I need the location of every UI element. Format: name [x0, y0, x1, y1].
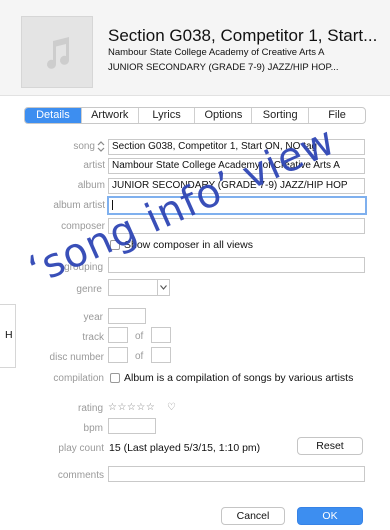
- track-label: track: [82, 332, 104, 343]
- tab-options[interactable]: Options: [195, 108, 253, 123]
- disc-number-label: disc number: [49, 352, 104, 363]
- rating-label: rating: [77, 403, 103, 414]
- album-artist-label: album artist: [53, 200, 105, 211]
- compilation-checkbox[interactable]: [110, 373, 120, 383]
- disc-field[interactable]: [108, 347, 128, 363]
- comments-label: comments: [57, 470, 104, 481]
- disc-of-label: of: [135, 351, 144, 362]
- heart-icon[interactable]: ♡: [167, 402, 176, 413]
- compilation-label: compilation: [53, 373, 104, 384]
- year-field[interactable]: [108, 308, 146, 324]
- text-caret: [112, 200, 113, 210]
- year-label: year: [83, 312, 103, 323]
- track-field[interactable]: [108, 327, 128, 343]
- tab-details[interactable]: Details: [25, 108, 82, 123]
- genre-label: genre: [76, 284, 102, 295]
- bpm-field[interactable]: [108, 418, 156, 434]
- side-panel-letter: H: [5, 329, 13, 341]
- disc-total-field[interactable]: [151, 347, 171, 363]
- ok-button[interactable]: OK: [297, 507, 363, 525]
- tab-lyrics[interactable]: Lyrics: [139, 108, 196, 123]
- song-album: JUNIOR SECONDARY (GRADE 7-9) JAZZ/HIP HO…: [108, 62, 339, 73]
- bpm-label: bpm: [83, 423, 103, 434]
- song-label: song: [73, 141, 95, 152]
- chevron-down-icon: [160, 285, 167, 290]
- play-count-value: 15 (Last played 5/3/15, 1:10 pm): [109, 442, 261, 454]
- rating-stars[interactable]: ☆☆☆☆☆: [108, 402, 155, 413]
- play-count-label: play count: [58, 443, 104, 454]
- track-of-label: of: [135, 331, 144, 342]
- compilation-description: Album is a compilation of songs by vario…: [124, 372, 354, 384]
- song-title: Section G038, Competitor 1, Start...: [108, 26, 376, 45]
- track-total-field[interactable]: [151, 327, 171, 343]
- comments-field[interactable]: [108, 466, 365, 482]
- cancel-button[interactable]: Cancel: [221, 507, 285, 525]
- genre-dropdown[interactable]: [158, 279, 170, 296]
- song-header: Section G038, Competitor 1, Start... Nam…: [0, 0, 390, 96]
- up-down-chevron-icon[interactable]: [97, 140, 105, 153]
- tab-sorting[interactable]: Sorting: [252, 108, 310, 123]
- artwork-placeholder[interactable]: [21, 16, 93, 88]
- music-note-icon: [47, 37, 70, 69]
- tab-artwork[interactable]: Artwork: [82, 108, 139, 123]
- genre-field[interactable]: [108, 279, 158, 296]
- song-info-window: Section G038, Competitor 1, Start... Nam…: [0, 0, 390, 530]
- reset-button[interactable]: Reset: [297, 437, 363, 455]
- grouping-field[interactable]: [108, 257, 365, 273]
- album-label: album: [77, 180, 105, 191]
- artist-label: artist: [83, 160, 105, 171]
- song-artist: Nambour State College Academy of Creativ…: [108, 47, 325, 58]
